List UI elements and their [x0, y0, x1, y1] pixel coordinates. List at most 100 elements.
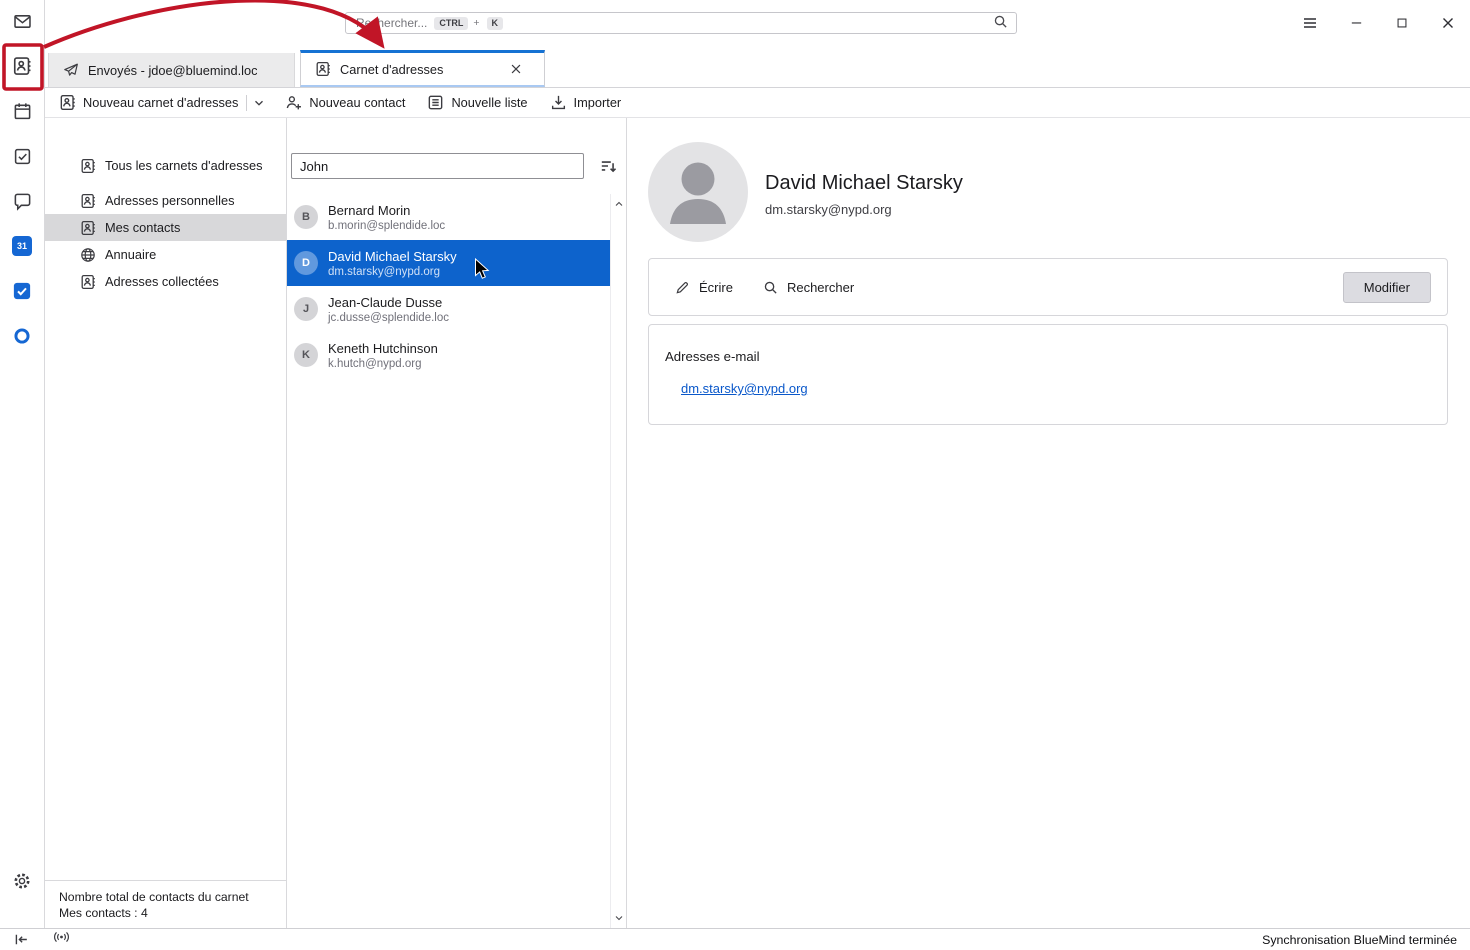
- mail-space-button[interactable]: [5, 4, 39, 38]
- import-button[interactable]: Importer: [542, 90, 630, 115]
- bluemind-ring-icon[interactable]: [5, 319, 39, 353]
- contact-list-header: [287, 118, 626, 194]
- main-column: Rechercher... CTRL + K Envoyés - jdoe@bl…: [45, 0, 1470, 950]
- contact-details-header: David Michael Starsky dm.starsky@nypd.or…: [648, 142, 1448, 242]
- broadcast-status-icon[interactable]: [52, 929, 71, 950]
- edit-contact-button[interactable]: Modifier: [1343, 272, 1431, 303]
- globe-icon: [80, 247, 96, 263]
- chevron-down-icon: [252, 96, 266, 110]
- new-address-book-split-button: Nouveau carnet d'adresses: [51, 90, 271, 115]
- global-search-field[interactable]: Rechercher... CTRL + K: [345, 12, 1017, 34]
- new-address-book-dropdown[interactable]: [247, 92, 271, 114]
- collapse-left-icon: [13, 931, 30, 948]
- contact-search-input[interactable]: [291, 153, 584, 179]
- sync-status-text: Synchronisation BlueMind terminée: [1262, 933, 1457, 947]
- pencil-icon: [675, 280, 690, 295]
- contacts-count-footer: Nombre total de contacts du carnet Mes c…: [45, 880, 286, 928]
- tasks-space-button[interactable]: [5, 139, 39, 173]
- dir-item-adresses-collectees[interactable]: Adresses collectées: [45, 268, 286, 295]
- contact-email: k.hutch@nypd.org: [328, 358, 438, 370]
- avatar: K: [294, 343, 318, 367]
- spaces-toolbar: 31: [0, 0, 45, 928]
- new-contact-button[interactable]: Nouveau contact: [277, 90, 413, 115]
- contact-list-scrollbar[interactable]: [610, 194, 626, 928]
- chevron-down-icon: [613, 912, 625, 924]
- close-button[interactable]: [1432, 8, 1464, 38]
- thunderbird-window: 31 Rechercher... CTRL + K: [0, 0, 1470, 950]
- maximize-icon: [1395, 16, 1409, 30]
- tab-envoyes-label: Envoyés - jdoe@bluemind.loc: [88, 63, 257, 78]
- person-plus-icon: [285, 94, 302, 111]
- tab-carnet-adresses[interactable]: Carnet d'adresses: [300, 50, 545, 87]
- address-book-toolbar: Nouveau carnet d'adresses Nouveau contac…: [45, 88, 1470, 118]
- avatar: D: [294, 251, 318, 275]
- chat-space-button[interactable]: [5, 184, 39, 218]
- sort-icon: [599, 157, 617, 175]
- minimize-icon: [1349, 15, 1364, 30]
- search-contact-button[interactable]: Rechercher: [753, 272, 864, 303]
- contact-detail-name: David Michael Starsky: [765, 172, 963, 195]
- content-area: Tous les carnets d'adresses Adresses per…: [45, 118, 1470, 928]
- contact-row-jean-claude-dusse[interactable]: J Jean-Claude Dusse jc.dusse@splendide.l…: [287, 286, 610, 332]
- window-controls: [1294, 0, 1464, 45]
- contact-email: dm.starsky@nypd.org: [328, 266, 457, 278]
- contact-email: b.morin@splendide.loc: [328, 220, 445, 232]
- settings-gear-button[interactable]: [5, 864, 39, 898]
- scroll-up-arrow[interactable]: [613, 198, 625, 210]
- contact-name: Keneth Hutchinson: [328, 341, 438, 356]
- dir-gap: [45, 179, 286, 187]
- calendar-badge-31-icon[interactable]: 31: [5, 229, 39, 263]
- email-addresses-title: Adresses e-mail: [665, 349, 1431, 364]
- address-book-icon: [315, 61, 331, 77]
- address-book-space-button[interactable]: [5, 49, 39, 83]
- close-icon: [509, 62, 523, 76]
- chevron-up-icon: [613, 198, 625, 210]
- tab-close-button[interactable]: [507, 60, 534, 78]
- contact-row-bernard-morin[interactable]: B Bernard Morin b.morin@splendide.loc: [287, 194, 610, 240]
- global-search-placeholder: Rechercher...: [356, 16, 427, 30]
- import-icon: [550, 94, 567, 111]
- app-menu-button[interactable]: [1294, 8, 1326, 38]
- tab-envoyes[interactable]: Envoyés - jdoe@bluemind.loc: [48, 53, 295, 87]
- address-books-pane: Tous les carnets d'adresses Adresses per…: [45, 118, 287, 928]
- search-icon: [993, 14, 1008, 32]
- contact-rows: B Bernard Morin b.morin@splendide.loc D …: [287, 194, 610, 378]
- contact-email: jc.dusse@splendide.loc: [328, 312, 449, 324]
- contact-row-david-starsky[interactable]: D David Michael Starsky dm.starsky@nypd.…: [287, 240, 610, 286]
- address-book-icon: [59, 94, 76, 111]
- tasks-badge-icon[interactable]: [5, 274, 39, 308]
- address-book-icon: [80, 158, 96, 174]
- contact-name: David Michael Starsky: [328, 249, 457, 264]
- contact-details-pane: David Michael Starsky dm.starsky@nypd.or…: [627, 118, 1470, 928]
- contact-detail-email: dm.starsky@nypd.org: [765, 202, 963, 217]
- contact-name: Jean-Claude Dusse: [328, 295, 449, 310]
- shortcut-ctrl-badge: CTRL: [434, 17, 468, 30]
- close-icon: [1440, 15, 1456, 31]
- contact-row-keneth-hutchinson[interactable]: K Keneth Hutchinson k.hutch@nypd.org: [287, 332, 610, 378]
- minimize-button[interactable]: [1340, 8, 1372, 38]
- status-bar: Synchronisation BlueMind terminée: [0, 928, 1470, 950]
- calendar-space-button[interactable]: [5, 94, 39, 128]
- dir-item-annuaire[interactable]: Annuaire: [45, 241, 286, 268]
- address-book-icon: [80, 220, 96, 236]
- contact-actions-card: Écrire Rechercher Modifier: [648, 258, 1448, 316]
- new-address-book-button[interactable]: Nouveau carnet d'adresses: [51, 90, 246, 115]
- dir-item-all-address-books[interactable]: Tous les carnets d'adresses: [45, 152, 286, 179]
- collapse-spaces-button[interactable]: [13, 931, 30, 948]
- new-list-button[interactable]: Nouvelle liste: [419, 90, 535, 115]
- shortcut-k-badge: K: [487, 17, 504, 30]
- contact-email-link[interactable]: dm.starsky@nypd.org: [681, 381, 808, 396]
- search-icon: [763, 280, 778, 295]
- maximize-button[interactable]: [1386, 8, 1418, 38]
- tab-carnet-label: Carnet d'adresses: [340, 62, 443, 77]
- shortcut-plus: +: [473, 17, 479, 29]
- scroll-down-arrow[interactable]: [613, 912, 625, 924]
- display-options-button[interactable]: [597, 155, 619, 177]
- dir-item-adresses-personnelles[interactable]: Adresses personnelles: [45, 187, 286, 214]
- avatar: J: [294, 297, 318, 321]
- write-button[interactable]: Écrire: [665, 272, 743, 303]
- contact-photo-placeholder: [648, 142, 748, 242]
- dir-item-mes-contacts[interactable]: Mes contacts: [45, 214, 286, 241]
- email-addresses-card: Adresses e-mail dm.starsky@nypd.org: [648, 324, 1448, 425]
- avatar: B: [294, 205, 318, 229]
